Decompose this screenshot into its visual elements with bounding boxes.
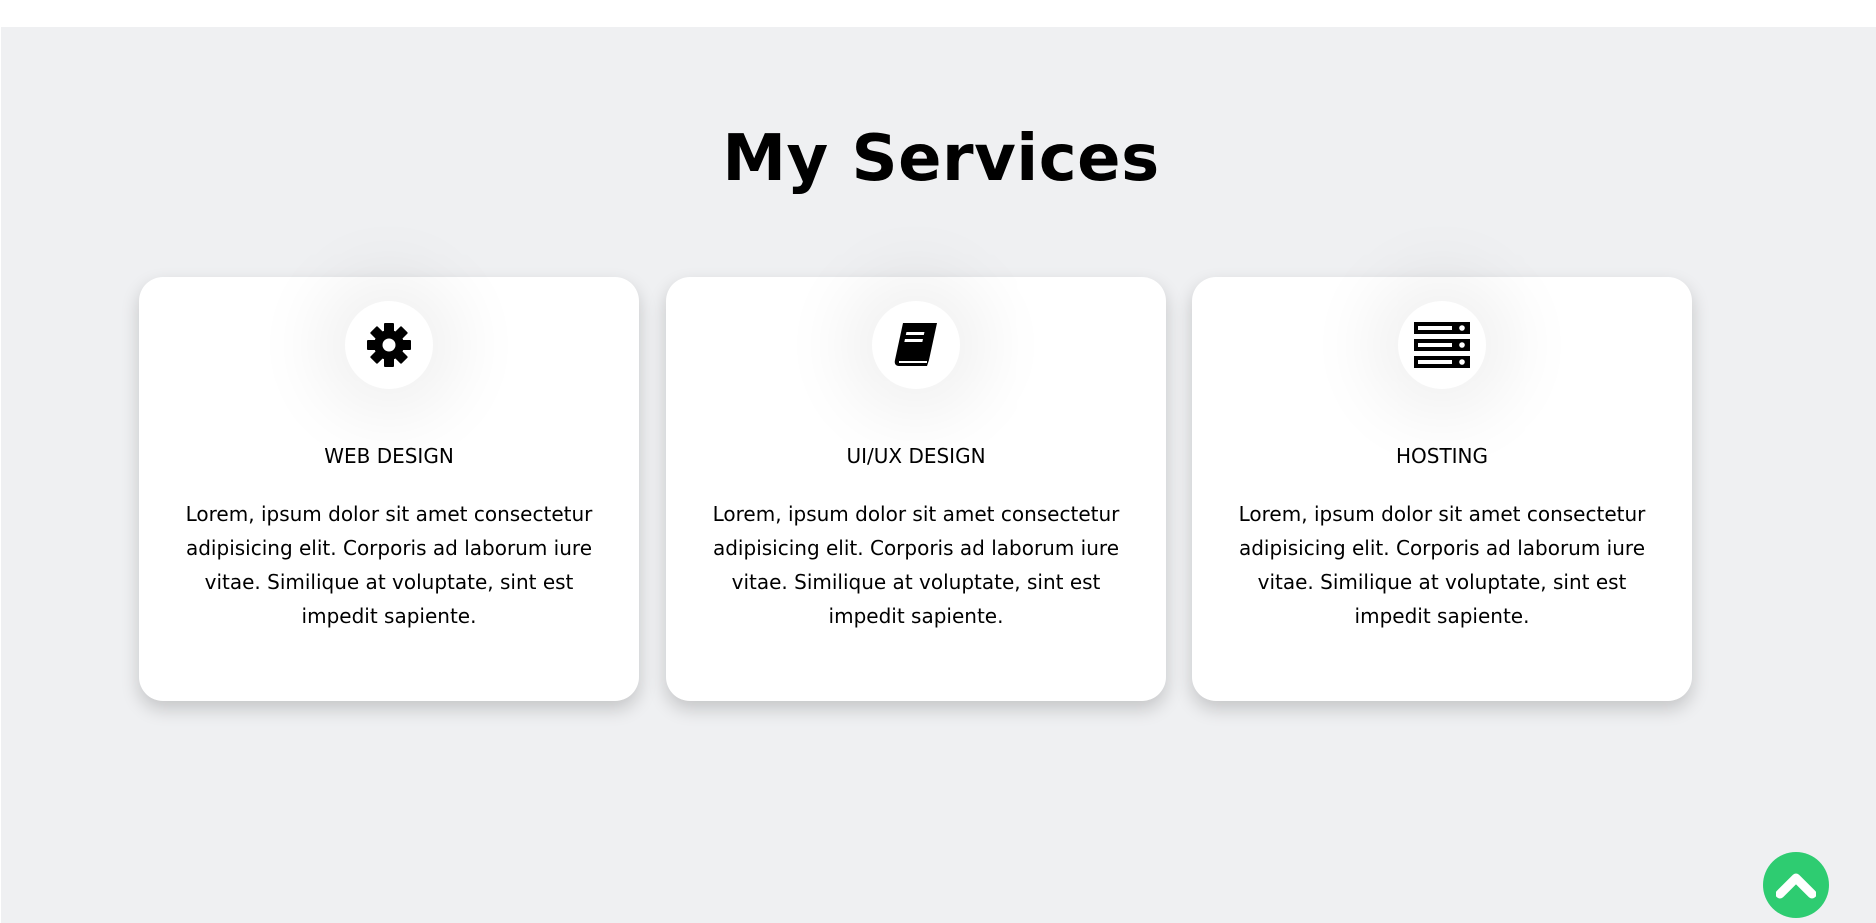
section-title: My Services [722, 122, 1160, 196]
gear-icon [345, 301, 433, 389]
card-description: Lorem, ipsum dolor sit amet consectetur … [185, 502, 593, 628]
card-description: Lorem, ipsum dolor sit amet consectetur … [712, 502, 1120, 628]
server-icon [1398, 301, 1486, 389]
services-section: My Services WEB DESIGN Lorem, ipsum dolo… [1, 27, 1876, 923]
card-title: WEB DESIGN [324, 444, 454, 468]
card-title: HOSTING [1395, 444, 1489, 468]
chevron-up-icon [1776, 873, 1816, 899]
book-icon [872, 301, 960, 389]
service-card-hosting: HOSTING Lorem, ipsum dolor sit amet cons… [1192, 277, 1692, 701]
service-card-web-design: WEB DESIGN Lorem, ipsum dolor sit amet c… [139, 277, 639, 701]
service-card-ui-ux-design: UI/UX DESIGN Lorem, ipsum dolor sit amet… [666, 277, 1166, 701]
card-title: UI/UX DESIGN [846, 444, 986, 468]
back-to-top-button[interactable] [1763, 852, 1829, 918]
card-description: Lorem, ipsum dolor sit amet consectetur … [1238, 502, 1646, 628]
